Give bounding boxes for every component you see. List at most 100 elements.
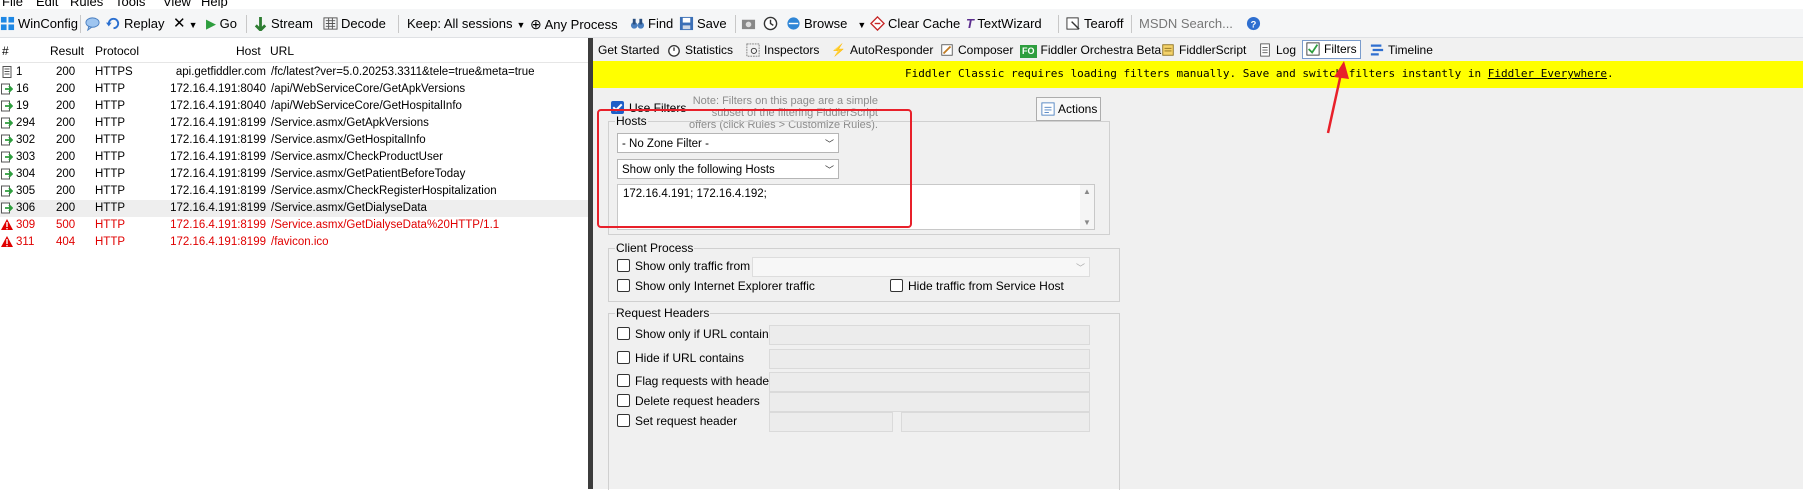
arrow-icon: [1, 134, 13, 146]
cell-protocol: HTTP: [95, 219, 126, 231]
menu-rules[interactable]: Rules: [70, 0, 103, 8]
request-headers-title: Request Headers: [615, 306, 711, 320]
flag-headers-checkbox[interactable]: [617, 374, 630, 387]
flag-headers-input[interactable]: [769, 372, 1090, 392]
tab-log[interactable]: Log: [1258, 42, 1296, 60]
hide-service-host-toggle[interactable]: Hide traffic from Service Host: [890, 279, 1064, 293]
save-button[interactable]: Save: [679, 15, 727, 33]
actions-button[interactable]: Actions: [1036, 97, 1101, 121]
flag-headers-toggle[interactable]: Flag requests with headers: [617, 374, 779, 388]
scrollbar[interactable]: ▲ ▼: [1080, 185, 1094, 229]
fiddler-everywhere-link[interactable]: Fiddler Everywhere: [1488, 67, 1607, 80]
table-row[interactable]: 306 200 HTTP 172.16.4.191:8199/Service.asmx…: [0, 200, 588, 217]
go-button[interactable]: ▶ Go: [206, 15, 237, 33]
find-label: Find: [648, 16, 674, 31]
any-process-button[interactable]: ⊕ Any Process: [530, 15, 618, 33]
table-row[interactable]: 311 404 HTTP 172.16.4.191:8199/favicon.ico: [0, 234, 588, 251]
textwizard-button[interactable]: T TextWizard: [966, 15, 1042, 33]
tab-fiddlerscript[interactable]: FiddlerScript: [1161, 42, 1246, 60]
column-host[interactable]: Host: [236, 44, 261, 58]
replay-button[interactable]: Replay: [106, 15, 164, 33]
stream-button[interactable]: Stream: [253, 15, 313, 33]
table-row[interactable]: 304 200 HTTP 172.16.4.191:8199/Service.asmx…: [0, 166, 588, 183]
cell-result: 200: [56, 66, 76, 78]
set-header-name-input[interactable]: [769, 412, 893, 432]
tab-inspectors[interactable]: Inspectors: [746, 42, 819, 60]
show-only-ie-toggle[interactable]: Show only Internet Explorer traffic: [617, 279, 815, 293]
tab-timeline[interactable]: Timeline: [1370, 42, 1433, 60]
arrow-icon: [1, 100, 13, 112]
menu-file[interactable]: File: [2, 0, 23, 8]
menu-help[interactable]: Help: [201, 0, 228, 8]
table-row[interactable]: 303 200 HTTP 172.16.4.191:8199/Service.asmx…: [0, 149, 588, 166]
tab-composer[interactable]: Composer: [940, 42, 1013, 60]
scroll-up-icon[interactable]: ▲: [1083, 187, 1091, 196]
cell-result: 200: [56, 151, 76, 163]
hide-service-host-checkbox[interactable]: [890, 279, 903, 292]
tearoff-button[interactable]: Tearoff: [1066, 15, 1124, 33]
cell-result: 500: [56, 219, 76, 231]
arrow-icon: [1, 117, 13, 129]
set-header-value-input[interactable]: [901, 412, 1090, 432]
hide-url-toggle[interactable]: Hide if URL contains: [617, 351, 744, 365]
timer-button[interactable]: [763, 15, 781, 33]
delete-headers-label: Delete request headers: [635, 394, 760, 408]
winconfig-button[interactable]: WinConfig: [0, 15, 78, 33]
table-row[interactable]: 294 200 HTTP 172.16.4.191:8199/Service.asmx…: [0, 115, 588, 132]
remove-button[interactable]: ✕ ▼: [173, 15, 198, 33]
show-only-ie-checkbox[interactable]: [617, 279, 630, 292]
tab-statistics[interactable]: Statistics: [667, 42, 733, 60]
tab-get-started[interactable]: Get Started: [598, 42, 659, 60]
column-protocol[interactable]: Protocol: [95, 44, 139, 58]
menu-view[interactable]: View: [163, 0, 191, 8]
msdn-search-input[interactable]: MSDN Search...: [1139, 16, 1239, 31]
url-contains-input[interactable]: [769, 325, 1090, 345]
url-contains-checkbox[interactable]: [617, 327, 630, 340]
actions-label: Actions: [1058, 102, 1098, 116]
keep-sessions-dropdown[interactable]: Keep: All sessions ▼: [407, 15, 525, 33]
column-result[interactable]: Result: [50, 44, 84, 58]
table-row[interactable]: 302 200 HTTP 172.16.4.191:8199/Service.asmx…: [0, 132, 588, 149]
tab-fiddler-orchestra[interactable]: FO Fiddler Orchestra Beta: [1020, 42, 1161, 60]
scroll-down-icon[interactable]: ▼: [1083, 218, 1091, 227]
cell-result: 200: [56, 100, 76, 112]
comment-button[interactable]: [85, 15, 103, 33]
url-contains-toggle[interactable]: Show only if URL contains: [617, 327, 775, 341]
annotation-arrow: [1326, 61, 1349, 134]
banner-text: Fiddler Classic requires loading filters…: [905, 67, 1488, 80]
show-only-from-checkbox[interactable]: [617, 259, 630, 272]
table-row[interactable]: 309 500 HTTP 172.16.4.191:8199/Service.asmx…: [0, 217, 588, 234]
column-id[interactable]: #: [2, 44, 9, 58]
table-row[interactable]: 16 200 HTTP 172.16.4.191:8040/api/WebServic…: [0, 81, 588, 98]
tab-autoresponder[interactable]: ⚡ AutoResponder: [831, 42, 933, 60]
decode-button[interactable]: Decode: [323, 15, 386, 33]
menu-tools[interactable]: Tools: [115, 0, 145, 8]
show-only-from-toggle[interactable]: Show only traffic from: [617, 259, 750, 273]
script-icon: [1162, 44, 1174, 56]
clear-cache-button[interactable]: Clear Cache: [870, 15, 960, 33]
delete-headers-input[interactable]: [769, 392, 1090, 412]
set-header-checkbox[interactable]: [617, 414, 630, 427]
process-select[interactable]: ﹀: [752, 257, 1090, 277]
table-row[interactable]: 19 200 HTTP 172.16.4.191:8040/api/WebServic…: [0, 98, 588, 115]
cell-result: 404: [56, 236, 76, 248]
screenshot-button[interactable]: [741, 15, 759, 33]
table-row[interactable]: 305 200 HTTP 172.16.4.191:8199/Service.asmx…: [0, 183, 588, 200]
hide-url-input[interactable]: [769, 349, 1090, 369]
column-url[interactable]: URL: [270, 44, 294, 58]
delete-headers-checkbox[interactable]: [617, 394, 630, 407]
replay-icon: [106, 17, 120, 30]
menu-edit[interactable]: Edit: [36, 0, 58, 8]
hide-url-checkbox[interactable]: [617, 351, 630, 364]
table-row[interactable]: 1 200 HTTPS api.getfiddler.com/fc/latest?ve…: [0, 64, 588, 81]
inspectors-icon: [746, 43, 760, 57]
set-header-toggle[interactable]: Set request header: [617, 414, 737, 428]
delete-headers-toggle[interactable]: Delete request headers: [617, 394, 760, 408]
help-button[interactable]: ?: [1246, 15, 1264, 33]
cell-protocol: HTTP: [95, 100, 126, 112]
cell-url: /Service.asmx/GetPatientBeforeToday: [271, 168, 466, 180]
replay-label: Replay: [124, 16, 165, 31]
checkbox-icon: [1306, 42, 1320, 56]
find-button[interactable]: Find: [630, 15, 673, 33]
browse-button[interactable]: Browse ▼: [786, 15, 866, 33]
